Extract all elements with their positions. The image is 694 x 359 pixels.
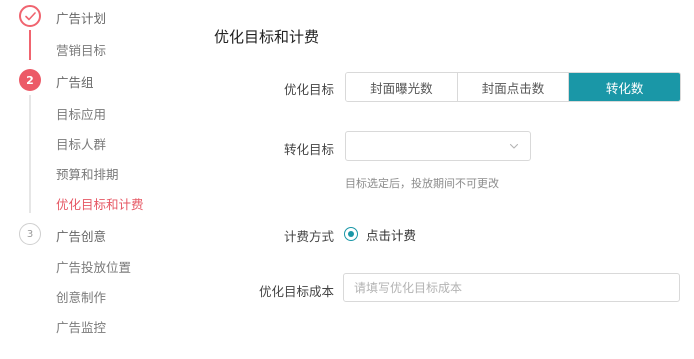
step-3-todo-indicator: 3 [19,223,41,245]
section-title: 优化目标和计费 [214,28,320,46]
sidebar-item-placement[interactable]: 广告投放位置 [56,257,131,276]
sidebar-item-optimization-billing[interactable]: 优化目标和计费 [56,194,144,213]
chevron-down-icon [509,143,519,149]
cost-input[interactable] [343,273,680,302]
segment-conversions[interactable]: 转化数 [569,73,680,101]
check-icon [24,11,36,20]
step-2-number: 2 [26,73,34,87]
step-2-active-indicator: 2 [19,69,41,91]
optimize-goal-segmented-control: 封面曝光数 封面点击数 转化数 [345,72,681,102]
step-3-number: 3 [26,228,34,240]
optimize-goal-label: 优化目标 [283,82,334,97]
radio-selected-dot [348,231,354,237]
step-1-done-indicator [19,5,41,27]
sidebar-item-marketing-goal[interactable]: 营销目标 [56,40,106,59]
sidebar-item-budget-schedule[interactable]: 预算和排期 [56,164,119,183]
conversion-goal-hint: 目标选定后，投放期间不可更改 [345,177,499,190]
step-ad-group[interactable]: 广告组 [56,72,94,91]
billing-method-label: 计费方式 [283,229,334,244]
cost-label: 优化目标成本 [258,284,334,299]
sidebar-item-creative-production[interactable]: 创意制作 [56,287,106,306]
billing-cpc-label[interactable]: 点击计费 [366,225,416,244]
billing-cpc-radio[interactable] [344,227,358,241]
step-connector-active [29,95,31,213]
sidebar-item-target-audience[interactable]: 目标人群 [56,134,106,153]
conversion-goal-select[interactable] [345,131,531,161]
sidebar-item-ad-monitoring[interactable]: 广告监控 [56,317,106,336]
step-connector-done [29,30,31,60]
segment-cover-impressions[interactable]: 封面曝光数 [346,73,458,101]
segment-cover-clicks[interactable]: 封面点击数 [457,73,570,101]
step-ad-creative[interactable]: 广告创意 [56,226,106,245]
sidebar-item-target-app[interactable]: 目标应用 [56,104,106,123]
conversion-goal-label: 转化目标 [283,142,334,157]
step-ad-plan[interactable]: 广告计划 [56,8,106,27]
